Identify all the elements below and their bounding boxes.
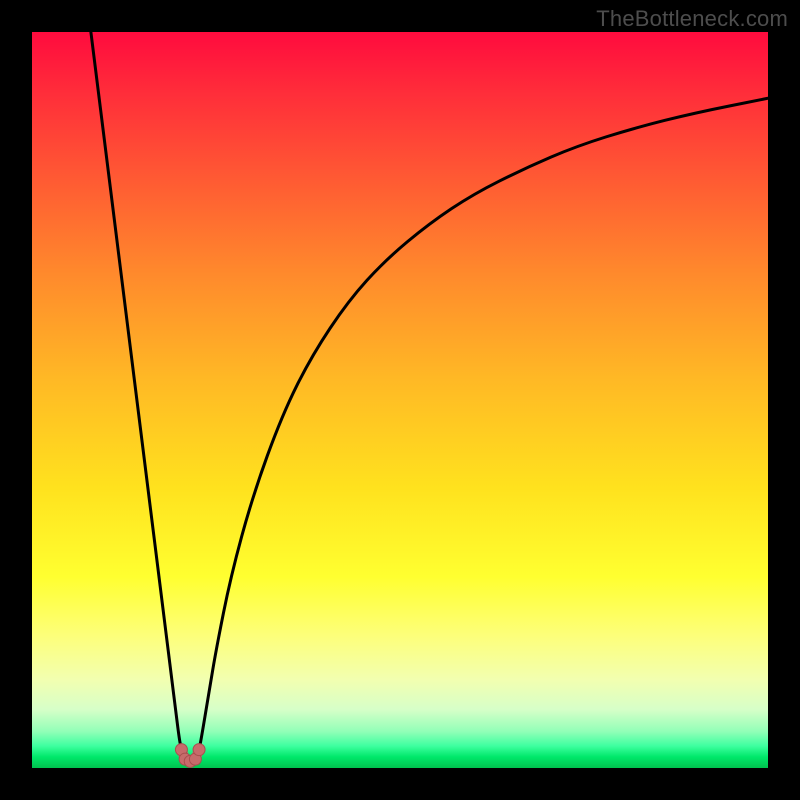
plot-area: [32, 32, 768, 768]
watermark-text: TheBottleneck.com: [596, 6, 788, 32]
bottleneck-curve-left: [91, 32, 182, 750]
valley-markers: [175, 744, 205, 768]
curve-layer: [32, 32, 768, 768]
chart-frame: TheBottleneck.com: [0, 0, 800, 800]
valley-marker: [193, 744, 205, 756]
bottleneck-curve-right: [199, 98, 768, 749]
